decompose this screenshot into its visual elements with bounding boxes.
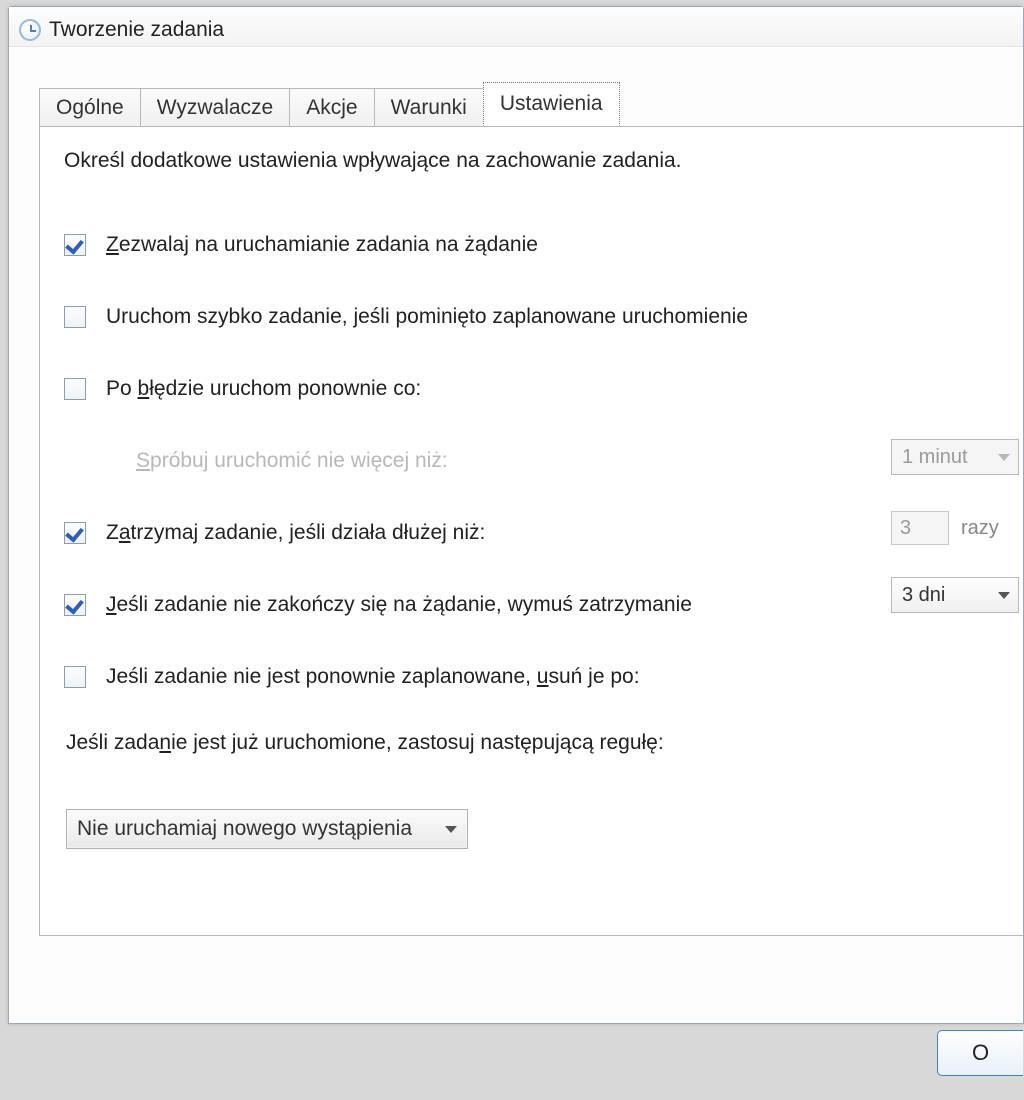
row-restart-attempts: Spróbuj uruchomić nie więcej niż: [64, 445, 1023, 477]
stop-duration-combo[interactable]: 3 dni [891, 577, 1019, 613]
footer: O [39, 1012, 1023, 1100]
restart-attempts-control: 3 razy [891, 511, 1023, 545]
row-stop-if-longer: Zatrzymaj zadanie, jeśli działa dłużej n… [64, 517, 1023, 549]
titlebar: Tworzenie zadania [9, 7, 1023, 47]
checkbox-run-if-missed[interactable] [64, 306, 86, 328]
chevron-down-icon [998, 454, 1010, 461]
restart-interval-combo[interactable]: 1 minut [891, 439, 1019, 475]
tab-actions[interactable]: Akcje [289, 88, 374, 127]
tab-body: Określ dodatkowe ustawienia wpływające n… [39, 126, 1023, 936]
label-allow-on-demand: Zezwalaj na uruchamianie zadania na żąda… [106, 233, 538, 257]
clock-icon [19, 19, 41, 41]
restart-attempts-unit: razy [961, 517, 999, 540]
row-force-stop: Jeśli zadanie nie zakończy się na żądani… [64, 589, 1023, 621]
tab-strip: Ogólne Wyzwalacze Akcje Warunki Ustawien… [39, 82, 1023, 126]
ok-button[interactable]: O [937, 1030, 1023, 1076]
label-delete-if-not-resched: Jeśli zadanie nie jest ponownie zaplanow… [106, 665, 640, 689]
label-restart-on-fail: Po błędzie uruchom ponownie co: [106, 377, 421, 401]
restart-attempts-spin[interactable]: 3 [891, 511, 949, 545]
checkbox-stop-if-longer[interactable] [64, 522, 86, 544]
label-restart-attempts: Spróbuj uruchomić nie więcej niż: [136, 449, 448, 473]
window-title: Tworzenie zadania [49, 18, 224, 42]
checkbox-force-stop[interactable] [64, 594, 86, 616]
chevron-down-icon [998, 592, 1010, 599]
restart-interval-value: 1 minut [902, 446, 968, 469]
checkbox-delete-if-not-resched[interactable] [64, 666, 86, 688]
tab-settings[interactable]: Ustawienia [483, 82, 620, 126]
tab-general[interactable]: Ogólne [39, 88, 141, 127]
rule-label: Jeśli zadanie jest już uruchomione, zast… [64, 731, 1023, 755]
tab-conditions[interactable]: Warunki [374, 88, 484, 127]
label-force-stop: Jeśli zadanie nie zakończy się na żądani… [106, 593, 692, 617]
rule-combo-value: Nie uruchamiaj nowego wystąpienia [77, 817, 412, 841]
dialog-window: Tworzenie zadania Ogólne Wyzwalacze Akcj… [8, 6, 1024, 1024]
panel-area: Ogólne Wyzwalacze Akcje Warunki Ustawien… [39, 82, 1023, 1023]
row-restart-on-fail: Po błędzie uruchom ponownie co: [64, 373, 1023, 405]
intro-text: Określ dodatkowe ustawienia wpływające n… [64, 149, 1023, 173]
row-run-if-missed: Uruchom szybko zadanie, jeśli pominięto … [64, 301, 1023, 333]
label-run-if-missed: Uruchom szybko zadanie, jeśli pominięto … [106, 305, 748, 329]
checkbox-restart-on-fail[interactable] [64, 378, 86, 400]
checkbox-allow-on-demand[interactable] [64, 234, 86, 256]
rule-combo[interactable]: Nie uruchamiaj nowego wystąpienia [66, 809, 468, 849]
stop-duration-control: 3 dni [891, 577, 1023, 613]
row-allow-on-demand: Zezwalaj na uruchamianie zadania na żąda… [64, 229, 1023, 261]
row-delete-if-not-resched: Jeśli zadanie nie jest ponownie zaplanow… [64, 661, 1023, 693]
restart-interval-control: 1 minut [891, 439, 1023, 475]
chevron-down-icon [445, 826, 457, 833]
stop-duration-value: 3 dni [902, 584, 945, 607]
label-stop-if-longer: Zatrzymaj zadanie, jeśli działa dłużej n… [106, 521, 485, 545]
tab-triggers[interactable]: Wyzwalacze [140, 88, 291, 127]
